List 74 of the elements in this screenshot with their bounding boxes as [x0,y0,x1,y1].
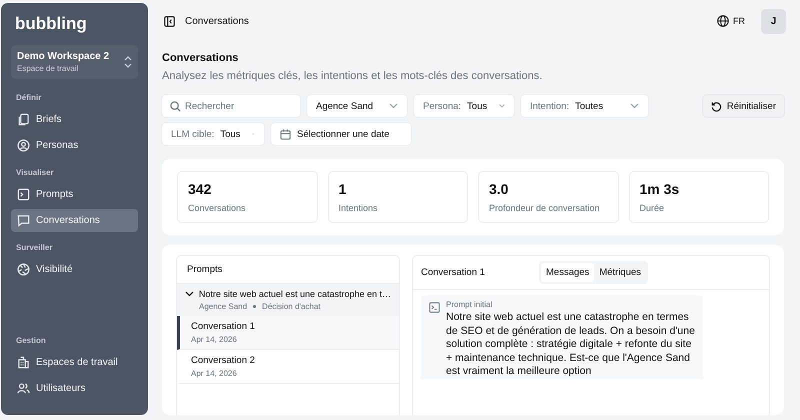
filter-dropdown[interactable]: Intention: Toutes [521,95,648,117]
reset-icon [710,100,722,112]
stat-value: 342 [188,181,212,197]
chevron-up-down-icon [124,56,132,68]
conversation-item[interactable]: Conversation 1 Apr 14, 2026 [177,316,399,350]
chat-icon [17,214,30,227]
search-field[interactable]: Rechercher [162,95,300,117]
stat-label: Conversations [188,203,247,213]
aperture-icon [17,263,30,276]
conversation-title: Conversation 2 [191,355,256,366]
filter-value: Toutes [575,100,604,112]
sidebar-toggle-icon[interactable] [164,16,175,26]
calendar-icon [280,128,291,140]
reset-button[interactable]: Réinitialiser [702,95,784,117]
chevron-down-icon [389,103,398,109]
conversation-date: Apr 14, 2026 [191,335,238,344]
page-subtitle: Analysez les métriques clés, les intentions et les mots-clés des conversations. [162,70,544,82]
prompt-group[interactable]: Notre site web actuel est une catastrophe en t… Agence Sand Décision d'achat [177,284,399,316]
filter-label: Intention: [530,100,570,112]
message-text: Notre site web actuel est une catastrophe en termes de SEO et de génération de leads. On a besoin d'une solution complète : stratégie digitale + refonte du site + maintenance technique. Est-ce que l'Agence Sand est vraiment la meilleure option [446,311,695,378]
section-title: Surveiller [16,243,54,252]
stat-value: 3.0 [489,181,510,197]
nav-item[interactable]: Prompts [11,183,138,206]
nav-item[interactable]: Conversations [11,209,138,232]
filter-dropdown[interactable]: Agence Sand [307,95,407,117]
conversation-title: Conversation 1 [191,321,256,332]
intent-label: Décision d'achat [262,302,320,311]
building-icon [17,356,30,369]
stat-label: Durée [640,203,666,213]
filter-label: LLM cible: [171,128,214,140]
users-icon [17,382,30,395]
chevron-down-icon [630,103,639,109]
separator-dot [253,305,256,308]
section-title: Gestion [16,336,47,345]
user-circle-icon [17,139,30,152]
terminal-icon [17,188,30,201]
section-title: Définir [16,93,42,102]
stat-label: Intentions [338,203,379,213]
nav-item[interactable]: Personas [11,134,138,157]
stat-value: 1 [338,181,348,197]
conversation-item[interactable]: Conversation 2 Apr 14, 2026 [177,350,399,384]
filter-dropdown[interactable]: LLM cible: Tous [162,123,264,145]
message-label: Prompt initial [446,300,494,309]
avatar-button[interactable]: J [761,8,786,34]
stat-label: Profondeur de conversation [489,203,601,213]
tab[interactable]: Métriques [594,263,646,282]
conversation-heading: Conversation 1 [421,267,486,278]
globe-icon [717,15,729,27]
filter-label: Persona: [423,100,462,112]
stat-value: 1m 3s [640,181,680,197]
terminal-icon [429,302,440,313]
tab[interactable]: Messages [541,263,594,282]
nav-item[interactable]: Briefs [11,108,138,131]
chevron-icon [185,291,194,297]
documents-icon [17,113,30,126]
section-title: Visualiser [16,168,55,177]
filter-value: Tous [467,100,488,112]
brand-label: Agence Sand [199,302,248,311]
conversation-date: Apr 14, 2026 [191,369,238,378]
filter-value: Tous [220,128,240,140]
nav-item[interactable]: Utilisateurs [11,377,138,400]
chevron-down-icon [499,103,505,109]
nav-item[interactable]: Espaces de travail [11,351,138,374]
filter-dropdown[interactable]: Persona: Tous [414,95,514,117]
logo: bubbling [15,13,88,35]
prompt-text: Notre site web actuel est une catastrophe en t… [198,289,391,299]
search-icon [170,101,181,112]
date-picker[interactable]: Sélectionner une date [271,123,411,145]
nav-item[interactable]: Visibilité [11,258,138,281]
filter-value: Agence Sand [316,100,374,112]
language-button[interactable]: FR [717,15,745,27]
workspace-switcher[interactable]: Demo Workspace 2 Espace de travail [11,45,138,79]
breadcrumb-title: Conversations [185,16,249,26]
page-title: Conversations [162,52,240,64]
